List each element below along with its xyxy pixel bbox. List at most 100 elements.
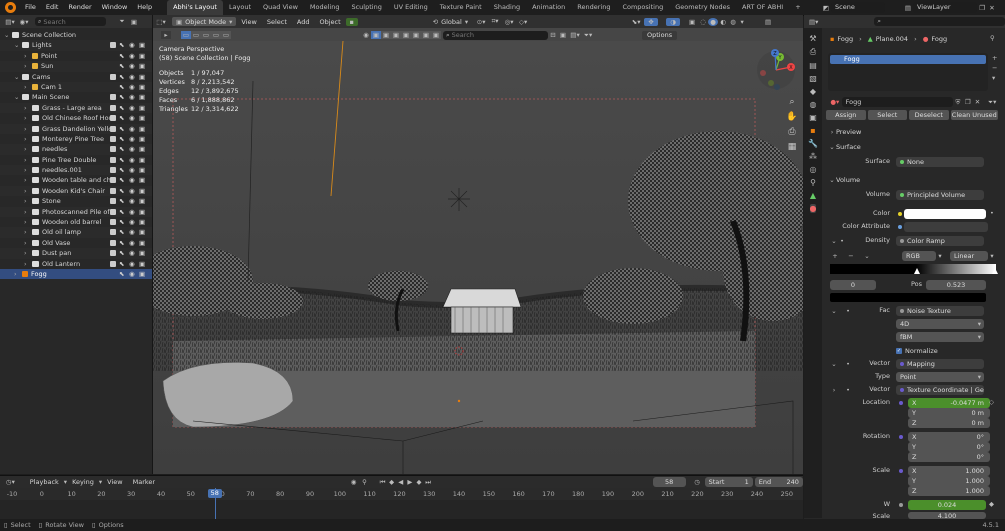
selectable-toggle-icon[interactable]: ⬉ xyxy=(119,259,124,269)
timeline-menu-keying[interactable]: Keying xyxy=(67,478,99,486)
noise-dimensions-dropdown[interactable]: 4D ▾ xyxy=(896,319,984,329)
new-collection-icon[interactable]: ▣ xyxy=(128,18,140,26)
visibility-eye-icon[interactable]: ◉ xyxy=(129,144,135,154)
outliner-item[interactable]: › Grass - Large area ⬉ ◉ ▣ xyxy=(0,102,152,114)
overlay-toggle-icon[interactable]: ◑ xyxy=(666,17,681,26)
timeline-ruler[interactable]: -100102030405060708090100110120130140150… xyxy=(0,488,803,500)
expand-arrow-icon[interactable]: › xyxy=(24,227,27,237)
expand-arrow-icon[interactable]: › xyxy=(24,259,27,269)
zoom-icon[interactable]: ⌕ xyxy=(786,95,798,110)
selectable-toggle-icon[interactable]: ⬉ xyxy=(119,113,124,123)
3d-viewport[interactable]: ⬚▾ ▣ Object Mode ▾ View Select Add Objec… xyxy=(153,15,803,474)
options-dropdown[interactable]: Options xyxy=(642,30,678,40)
ramp-color-mode-dropdown[interactable]: RGB xyxy=(902,251,936,261)
tab-workspace-uv-editing[interactable]: UV Editing xyxy=(388,0,434,15)
exclude-checkbox[interactable] xyxy=(110,156,116,163)
outliner-item[interactable]: › needles ⬉ ◉ ▣ xyxy=(0,144,152,155)
jump-start-icon[interactable]: ⏮ xyxy=(378,478,387,487)
render-toggle-icon[interactable]: ▣ xyxy=(139,248,145,258)
display-filter-icon[interactable]: ▤▾ xyxy=(568,31,582,39)
render-toggle-icon[interactable]: ▣ xyxy=(139,217,145,227)
outliner-item[interactable]: › Old oil lamp ⬉ ◉ ▣ xyxy=(0,227,152,238)
density-input-field[interactable]: Color Ramp xyxy=(896,236,984,246)
funnel-icon[interactable]: ⏷▾ xyxy=(582,31,594,40)
solid-shading-icon[interactable]: ● xyxy=(708,17,719,26)
render-toggle-icon[interactable]: ▣ xyxy=(139,40,145,50)
add-stop-icon[interactable]: + xyxy=(830,252,840,260)
render-toggle-icon[interactable]: ▣ xyxy=(139,155,145,165)
expand-arrow-icon[interactable]: ⌄ xyxy=(14,72,19,82)
visibility-eye-icon[interactable]: ◉ xyxy=(129,227,135,237)
visibility-eye-icon[interactable]: ◉ xyxy=(129,72,135,82)
render-toggle-icon[interactable]: ▣ xyxy=(139,92,145,102)
tab-workspace-compositing[interactable]: Compositing xyxy=(616,0,669,15)
perspective-toggle-icon[interactable]: ▦ xyxy=(786,140,798,155)
expand-arrow-icon[interactable]: › xyxy=(24,175,27,185)
select-extend-mode-icon[interactable]: ▭ xyxy=(191,31,201,39)
exclude-checkbox[interactable] xyxy=(110,229,116,236)
ramp-stop-index-field[interactable]: 0 xyxy=(830,280,876,290)
visibility-eye-icon[interactable]: ◉ xyxy=(129,61,135,71)
render-toggle-icon[interactable]: ▣ xyxy=(139,186,145,196)
select-intersect-mode-icon[interactable]: ▭ xyxy=(221,31,231,39)
color-ramp-gradient[interactable] xyxy=(830,264,996,274)
remove-slot-icon[interactable]: − xyxy=(992,63,997,73)
rotation-x-field[interactable]: X 0° xyxy=(908,432,990,442)
xray-toggle-icon[interactable]: ▣ xyxy=(686,18,698,26)
render-toggle-icon[interactable]: ▣ xyxy=(139,51,145,61)
clear-search-icon[interactable]: ⊟ xyxy=(548,31,558,39)
select-box-mode-icon[interactable]: ▭ xyxy=(181,31,191,39)
outliner-item[interactable]: ⌄ Cams ⬉ ◉ ▣ xyxy=(0,72,152,82)
tab-workspace-rendering[interactable]: Rendering xyxy=(571,0,616,15)
render-toggle-icon[interactable]: ▣ xyxy=(139,124,145,134)
color-attribute-field[interactable] xyxy=(904,222,988,232)
collection-tab-icon[interactable]: ▣ xyxy=(809,113,817,122)
unlink-material-icon[interactable]: ✕ xyxy=(973,98,983,106)
exclude-checkbox[interactable] xyxy=(110,198,116,205)
outliner-item[interactable]: › Old Lantern ⬉ ◉ ▣ xyxy=(0,259,152,269)
selectable-toggle-icon[interactable]: ⬉ xyxy=(119,40,124,50)
keyframe-diamond-icon[interactable]: ◇ xyxy=(989,398,994,406)
scale-z-field[interactable]: Z 1.000 xyxy=(908,486,990,496)
timeline-editor-type-icon[interactable]: ◷▾ xyxy=(4,478,17,486)
select-button[interactable]: Select xyxy=(867,110,908,120)
outliner-item[interactable]: › Cam 1 ⬉ ◉ ▣ xyxy=(0,81,152,93)
visibility-eye-icon[interactable]: ◉ xyxy=(129,113,135,123)
outliner-item[interactable]: ⌄ Lights ⬉ ◉ ▣ xyxy=(0,40,152,51)
display-mode-icon[interactable]: ◉▾ xyxy=(17,18,31,26)
remove-stop-icon[interactable]: − xyxy=(846,252,856,260)
exclude-checkbox[interactable] xyxy=(110,125,116,132)
tab-workspace-modeling[interactable]: Modeling xyxy=(304,0,346,15)
visibility-eye-icon[interactable]: ◉ xyxy=(129,196,135,206)
viewport-menu-object[interactable]: Object xyxy=(314,18,345,26)
exclude-checkbox[interactable] xyxy=(110,260,116,267)
shading-options-icon[interactable]: ▾ xyxy=(738,18,746,26)
playhead-frame-indicator[interactable]: 58 xyxy=(207,489,222,498)
render-toggle-icon[interactable]: ▣ xyxy=(139,175,145,185)
scene-name-field[interactable]: Scene xyxy=(831,2,885,13)
render-toggle-icon[interactable]: ▣ xyxy=(139,72,145,82)
exclude-checkbox[interactable] xyxy=(110,115,116,122)
panel-volume[interactable]: ⌄ Volume xyxy=(828,175,860,185)
outliner-search-input[interactable]: ⌕ Search xyxy=(35,17,106,26)
selectable-toggle-icon[interactable]: ⬉ xyxy=(119,248,124,258)
exclude-checkbox[interactable] xyxy=(110,219,116,226)
exclude-checkbox[interactable] xyxy=(110,239,116,246)
selectable-toggle-icon[interactable]: ⬉ xyxy=(119,196,124,206)
frame-start-field[interactable]: Start 1 xyxy=(704,477,753,487)
exclude-checkbox[interactable] xyxy=(110,94,116,101)
expand-arrow-icon[interactable]: › xyxy=(24,207,27,217)
fake-user-icon[interactable]: ⛨ xyxy=(953,98,963,107)
ramp-stop-handle[interactable] xyxy=(914,268,920,274)
auto-keying-icon[interactable]: ◉ xyxy=(348,478,359,486)
exclude-checkbox[interactable] xyxy=(110,135,116,142)
panel-preview[interactable]: › Preview xyxy=(828,127,862,137)
visibility-eye-icon[interactable]: ◉ xyxy=(129,175,135,185)
scene-tab-icon[interactable]: ◆ xyxy=(810,87,816,96)
pin-icon[interactable]: ⚲ xyxy=(990,34,995,42)
visibility-eye-icon[interactable]: ◉ xyxy=(129,248,135,258)
visibility-eye-icon[interactable]: ◉ xyxy=(129,40,135,50)
keyframe-diamond-icon[interactable]: ◆ xyxy=(989,500,994,508)
tab-workspace-sculpting[interactable]: Sculpting xyxy=(345,0,387,15)
selectable-toggle-icon[interactable]: ⬉ xyxy=(119,144,124,154)
